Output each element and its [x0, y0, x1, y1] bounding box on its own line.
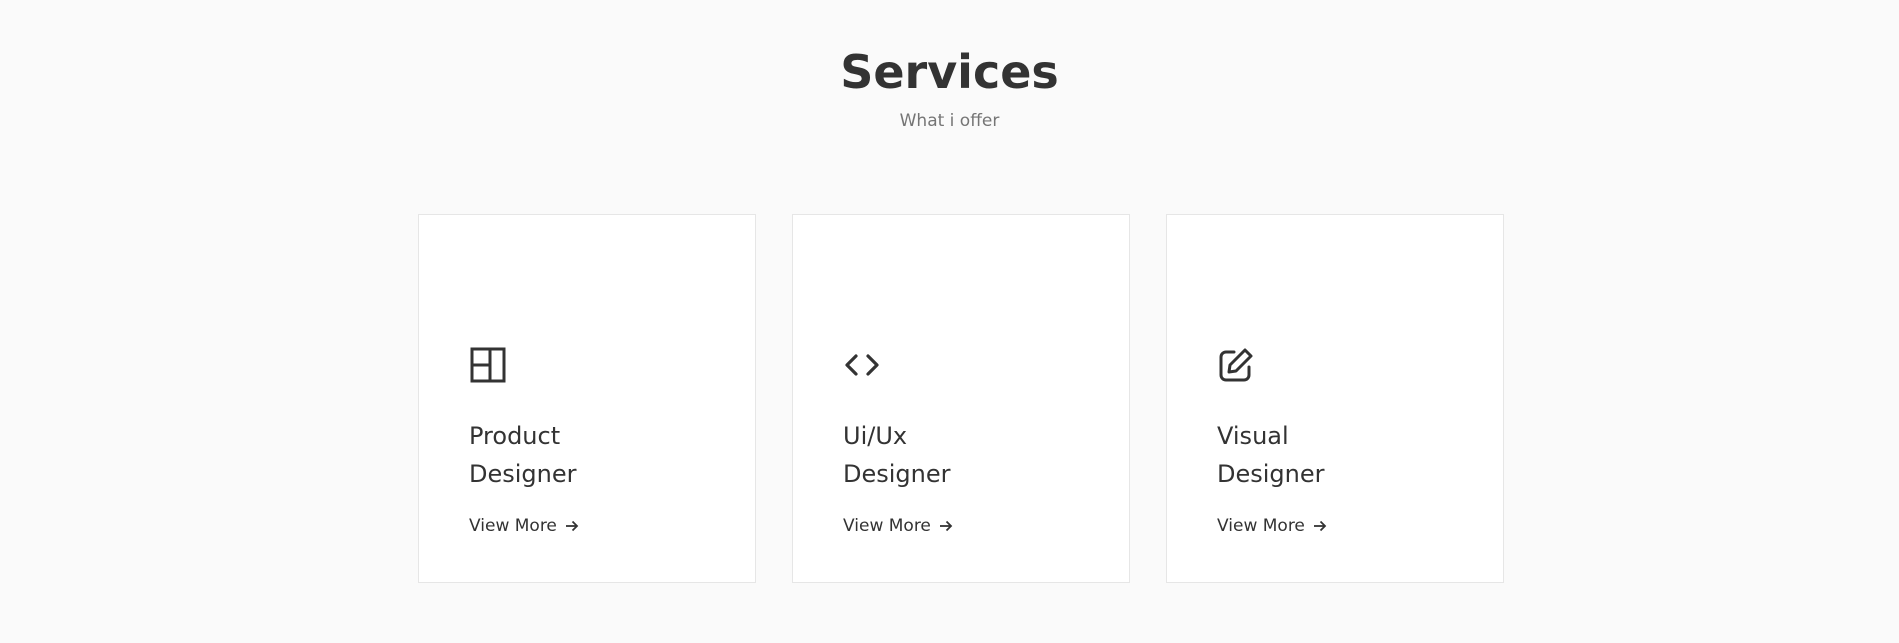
service-title-line1: Product	[469, 422, 561, 450]
service-title-line1: Visual	[1217, 422, 1289, 450]
view-more-label: View More	[469, 516, 557, 536]
service-title-line2: Designer	[843, 460, 951, 488]
view-more-link[interactable]: View More	[469, 515, 579, 537]
service-title-line2: Designer	[469, 460, 577, 488]
service-card-product-designer: Product Designer View More	[418, 214, 756, 583]
service-title: Ui/Ux Designer	[843, 417, 951, 493]
arrow-right-icon	[1313, 520, 1327, 532]
code-icon	[845, 354, 879, 376]
arrow-right-icon	[939, 520, 953, 532]
view-more-label: View More	[843, 516, 931, 536]
service-title-line2: Designer	[1217, 460, 1325, 488]
service-title: Product Designer	[469, 417, 577, 493]
section-subtitle: What i offer	[899, 111, 1000, 131]
service-title: Visual Designer	[1217, 417, 1325, 493]
arrow-right-icon	[565, 520, 579, 532]
section-title: Services	[840, 45, 1059, 99]
service-card-uiux-designer: Ui/Ux Designer View More	[792, 214, 1130, 583]
edit-icon	[1219, 348, 1253, 382]
view-more-link[interactable]: View More	[843, 515, 953, 537]
services-container: Product Designer View More Ui/Ux Designe…	[418, 214, 1504, 583]
layout-icon	[470, 347, 506, 383]
service-title-line1: Ui/Ux	[843, 422, 908, 450]
view-more-label: View More	[1217, 516, 1305, 536]
view-more-link[interactable]: View More	[1217, 515, 1327, 537]
service-card-visual-designer: Visual Designer View More	[1166, 214, 1504, 583]
